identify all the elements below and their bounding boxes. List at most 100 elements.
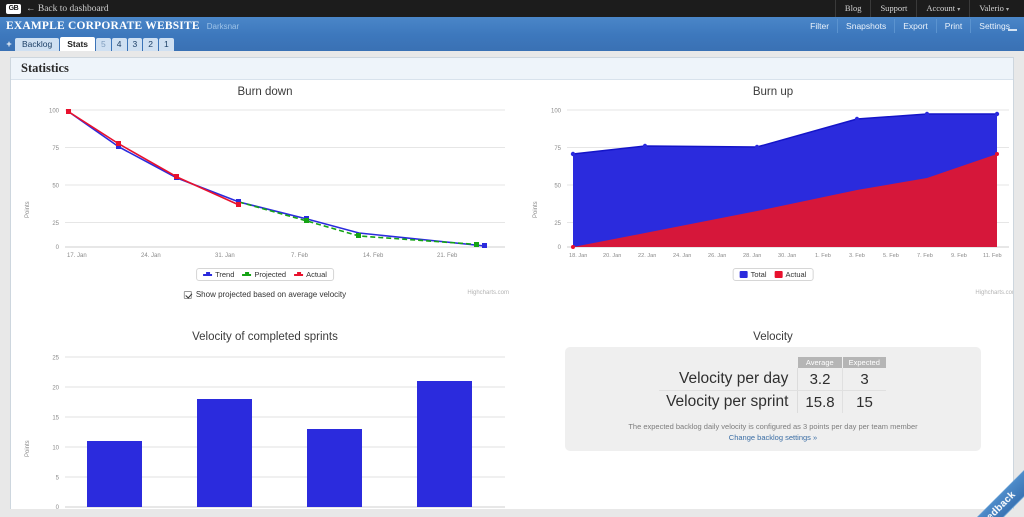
svg-text:5. Feb: 5. Feb	[883, 253, 899, 259]
tab-sprint-5[interactable]: 5	[96, 38, 111, 51]
change-backlog-settings-link[interactable]: Change backlog settings »	[565, 433, 981, 442]
nav-item-support[interactable]: Support	[870, 0, 916, 17]
site-subtitle: Darksnar	[206, 21, 240, 31]
tab-sprint-2[interactable]: 2	[143, 38, 158, 51]
svg-text:26. Jan: 26. Jan	[708, 253, 726, 259]
legend-label-actual-burnup: Actual	[785, 270, 807, 279]
svg-text:3. Feb: 3. Feb	[849, 253, 865, 259]
svg-text:20. Jan: 20. Jan	[603, 253, 621, 259]
action-export[interactable]: Export	[894, 19, 936, 33]
burndown-plot: Points 100 75 50 25 0 17. Jan 24. Jan 31…	[19, 100, 511, 300]
svg-text:7. Feb: 7. Feb	[917, 253, 933, 259]
velocity-y-axis-label: Points	[25, 440, 31, 457]
value-per-day-expected: 3	[842, 368, 887, 391]
action-snapshots[interactable]: Snapshots	[837, 19, 894, 33]
burndown-chart-cell: Burn down Points 100 75 50 25 0 17. Jan …	[11, 80, 519, 325]
burndown-chart-title: Burn down	[237, 86, 293, 98]
row-label-velocity-per-day: Velocity per day	[659, 368, 799, 391]
burnup-plot: Points 100 75 50 25 0 18. Jan 20. Jan 22…	[527, 100, 1013, 297]
svg-text:18. Jan: 18. Jan	[569, 253, 587, 259]
bar-sprint-2	[197, 399, 252, 507]
legend-swatch-total	[739, 271, 748, 278]
svg-text:20: 20	[52, 386, 59, 392]
svg-text:31. Jan: 31. Jan	[215, 253, 235, 259]
burnup-y-axis-label: Points	[533, 201, 539, 218]
nav-item-blog[interactable]: Blog	[834, 0, 871, 17]
legend-swatch-actual	[294, 272, 304, 276]
burndown-credits[interactable]: Highcharts.com	[467, 290, 509, 296]
velocity-sprints-cell: Velocity of completed sprints Points 25 …	[11, 325, 519, 517]
nav-item-user-label: Valerio	[979, 3, 1004, 13]
velocity-sprints-plot: Points 25 20 15 10 5 0	[19, 345, 511, 517]
svg-text:28. Jan: 28. Jan	[743, 253, 761, 259]
legend-label-trend: Trend	[215, 270, 235, 279]
svg-text:10: 10	[52, 446, 59, 452]
tab-sprint-3[interactable]: 3	[127, 38, 143, 51]
svg-text:100: 100	[551, 109, 562, 115]
page-title: Statistics	[21, 61, 69, 75]
svg-text:50: 50	[52, 184, 59, 190]
svg-text:24. Jan: 24. Jan	[141, 253, 161, 259]
svg-text:22. Jan: 22. Jan	[638, 253, 656, 259]
burnup-legend: Total Actual	[732, 268, 814, 281]
table-header-expected: Expected	[842, 357, 887, 368]
app-logo[interactable]: GB	[6, 3, 21, 14]
velocity-sprints-title: Velocity of completed sprints	[192, 331, 338, 343]
charts-grid: Burn down Points 100 75 50 25 0 17. Jan …	[11, 80, 1013, 517]
svg-text:17. Jan: 17. Jan	[67, 253, 87, 259]
tab-sprint-1[interactable]: 1	[158, 38, 174, 51]
tab-strip: + Backlog Stats 5 4 3 2 1	[0, 29, 1024, 51]
table-row: Velocity per sprint 15.8 15	[659, 390, 886, 413]
legend-item-total[interactable]: Total	[739, 270, 767, 279]
burnup-chart-title: Burn up	[752, 86, 794, 98]
nav-item-support-label: Support	[880, 3, 908, 13]
panel-header: Statistics	[11, 58, 1013, 80]
site-header: EXAMPLE CORPORATE WEBSITE Darksnar Filte…	[0, 17, 1024, 35]
legend-item-actual[interactable]: Actual	[294, 270, 327, 279]
action-filter[interactable]: Filter	[802, 19, 837, 33]
header-actions: Filter Snapshots Export Print Settings	[802, 19, 1018, 33]
action-print[interactable]: Print	[935, 19, 970, 33]
svg-text:15: 15	[52, 416, 59, 422]
svg-text:0: 0	[558, 245, 562, 251]
chevron-down-icon: ▾	[1005, 7, 1009, 13]
bar-sprint-4	[417, 381, 472, 507]
bar-sprint-3	[307, 429, 362, 507]
svg-text:24. Jan: 24. Jan	[673, 253, 691, 259]
tab-sprint-4[interactable]: 4	[111, 38, 127, 51]
burndown-legend: Trend Projected Actual	[196, 268, 334, 281]
show-projected-label: Show projected based on average velocity	[195, 290, 347, 299]
nav-item-account[interactable]: Account ▾	[916, 0, 969, 17]
svg-text:11. Feb: 11. Feb	[983, 253, 1002, 259]
statistics-panel: Statistics Burn down Points 100 75 50 25…	[10, 57, 1014, 517]
tab-backlog[interactable]: Backlog	[15, 38, 60, 51]
tab-stats[interactable]: Stats	[60, 37, 96, 51]
velocity-summary-box: Average Expected Velocity per day 3.2 3 …	[565, 347, 981, 451]
add-tab-button[interactable]: +	[3, 37, 15, 51]
show-projected-row[interactable]: Show projected based on average velocity	[183, 290, 347, 299]
nav-item-account-label: Account	[926, 3, 956, 13]
table-row: Velocity per day 3.2 3	[659, 368, 887, 391]
legend-swatch-trend	[203, 272, 213, 276]
legend-item-actual-burnup[interactable]: Actual	[774, 270, 806, 279]
nav-item-user-menu[interactable]: Valerio ▾	[969, 0, 1018, 17]
back-to-dashboard-link[interactable]: ← Back to dashboard	[26, 4, 109, 14]
svg-text:7. Feb: 7. Feb	[291, 253, 309, 259]
legend-item-projected[interactable]: Projected	[242, 270, 286, 279]
site-title: EXAMPLE CORPORATE WEBSITE	[6, 20, 200, 32]
svg-text:100: 100	[49, 109, 60, 115]
burnup-svg: 100 75 50 25 0 18. Jan 20. Jan 22. Jan 2…	[551, 109, 1009, 259]
burndown-y-axis-label: Points	[25, 201, 31, 218]
legend-item-trend[interactable]: Trend	[203, 270, 234, 279]
nav-item-blog-label: Blog	[844, 3, 862, 13]
page-bottom-strip	[0, 509, 1024, 517]
value-per-sprint-average: 15.8	[797, 390, 843, 413]
burnup-credits[interactable]: Highcharts.com	[975, 290, 1013, 296]
show-projected-checkbox[interactable]	[183, 290, 192, 299]
legend-label-actual: Actual	[306, 270, 327, 279]
collapse-icon[interactable]	[1008, 29, 1017, 31]
value-per-sprint-expected: 15	[856, 393, 873, 411]
chevron-down-icon: ▾	[957, 7, 961, 13]
legend-label-total: Total	[750, 270, 767, 279]
svg-text:25: 25	[52, 356, 59, 362]
